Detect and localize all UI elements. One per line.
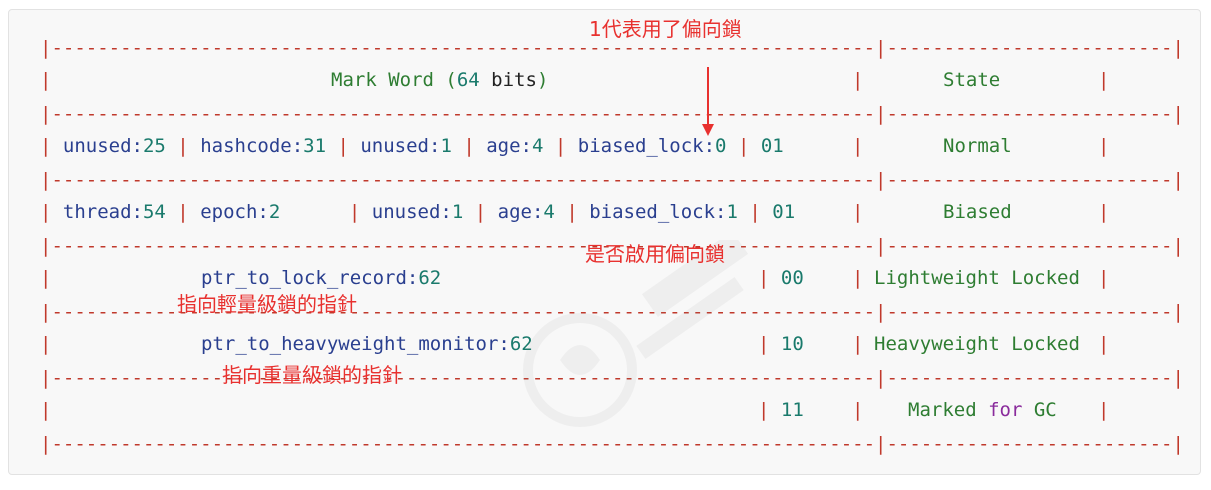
row-lightweight-mid-bar: |: [852, 267, 864, 289]
annotation-arrow-head: [702, 124, 714, 136]
ptr-heavyweight-monitor: ptr_to_heavyweight_monitor:62: [201, 333, 533, 355]
watermark-logo: [523, 240, 749, 427]
row-gc-mid-bar: |: [852, 399, 864, 421]
row-header-left-bar: |: [40, 69, 52, 91]
state-heavyweight: Heavyweight Locked: [874, 333, 1080, 355]
row-lightweight-right-bar: |: [1098, 267, 1110, 289]
ptr-lock-record: ptr_to_lock_record:62: [201, 267, 442, 289]
annotation-ptr-lightweight: 指向輕量級鎖的指針: [177, 292, 357, 316]
row-heavyweight-left-bar: |: [40, 333, 52, 355]
row-biased-mid-bar: |: [852, 201, 864, 223]
state-gc: Marked for GC: [908, 399, 1057, 421]
state-normal: Normal: [943, 135, 1012, 157]
bits-heavyweight: | 10: [758, 333, 804, 355]
bits-gc: | 11: [758, 399, 804, 421]
annotation-enable-biased: 是否啟用偏向鎖: [585, 242, 725, 266]
annotation-arrow: [707, 67, 709, 126]
row-biased: | thread:54 | epoch:2 | unused:1 | age:4…: [40, 201, 796, 223]
state-lightweight: Lightweight Locked: [874, 267, 1080, 289]
state-biased: Biased: [943, 201, 1012, 223]
separator-header: |---------------------------------------…: [40, 103, 1184, 125]
row-heavyweight-right-bar: |: [1098, 333, 1110, 355]
row-normal: | unused:25 | hashcode:31 | unused:1 | a…: [40, 135, 784, 157]
row-normal-right-bar: |: [1098, 135, 1110, 157]
row-header-mid-bar: |: [852, 69, 864, 91]
row-gc-right-bar: |: [1098, 399, 1110, 421]
row-normal-mid-bar: |: [852, 135, 864, 157]
row-header-right-bar: |: [1098, 69, 1110, 91]
row-lightweight-left-bar: |: [40, 267, 52, 289]
annotation-ptr-heavyweight: 指向重量級鎖的指針: [222, 363, 402, 387]
separator-normal: |---------------------------------------…: [40, 169, 1184, 191]
row-heavyweight-mid-bar: |: [852, 333, 864, 355]
row-gc-left-bar: |: [40, 399, 52, 421]
mark-word-header: Mark Word (64 bits): [331, 69, 549, 91]
bits-lightweight: | 00: [758, 267, 804, 289]
state-header: State: [943, 69, 1001, 91]
annotation-biased-flag: 1代表用了偏向鎖: [589, 17, 742, 41]
row-biased-right-bar: |: [1098, 201, 1110, 223]
